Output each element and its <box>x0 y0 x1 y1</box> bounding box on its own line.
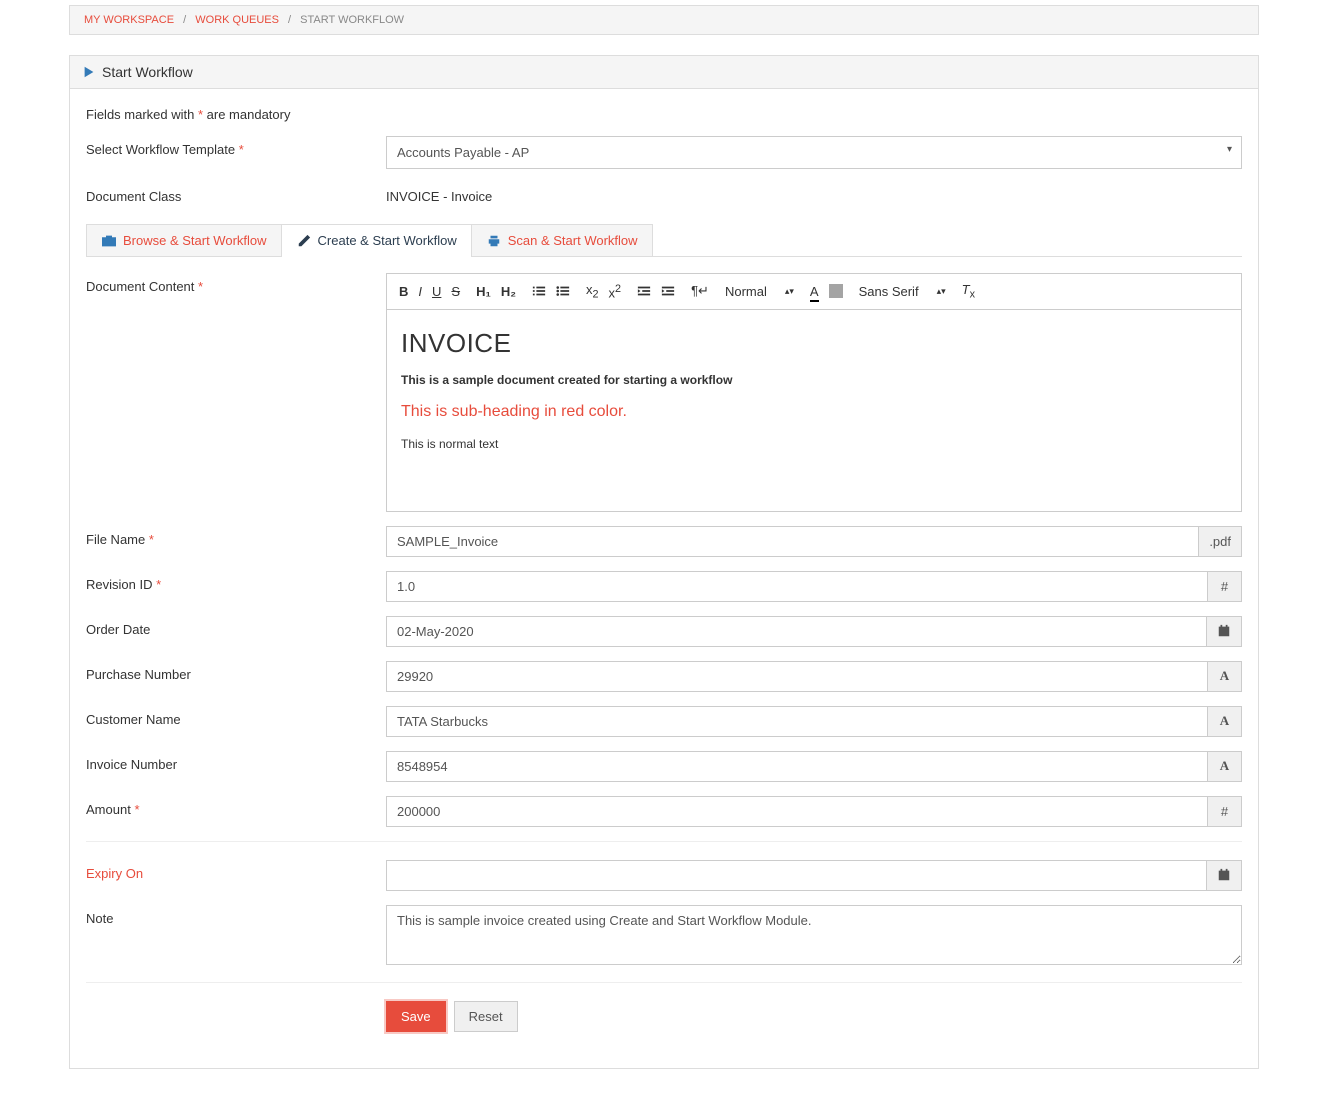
subscript-icon[interactable]: x2 <box>586 282 599 301</box>
play-icon <box>82 65 96 79</box>
label-note: Note <box>86 905 386 926</box>
label-customer-name: Customer Name <box>86 706 386 727</box>
note-textarea[interactable]: This is sample invoice created using Cre… <box>386 905 1242 965</box>
file-name-input[interactable] <box>386 526 1199 557</box>
clear-format-icon[interactable]: Tx <box>962 282 975 301</box>
breadcrumb-parent[interactable]: WORK QUEUES <box>195 14 279 26</box>
save-button[interactable]: Save <box>386 1001 446 1032</box>
label-document-content: Document Content * <box>86 273 386 294</box>
breadcrumb-current: START WORKFLOW <box>300 14 404 26</box>
hash-icon: # <box>1208 571 1242 602</box>
list-ul-icon[interactable] <box>556 284 570 298</box>
italic-icon[interactable]: I <box>418 284 422 299</box>
editor-subheading: This is sub-heading in red color. <box>401 403 1227 421</box>
h2-icon[interactable]: H₂ <box>501 284 516 299</box>
label-file-name: File Name * <box>86 526 386 547</box>
label-purchase-number: Purchase Number <box>86 661 386 682</box>
purchase-number-input[interactable] <box>386 661 1208 692</box>
print-icon <box>486 234 502 248</box>
tab-browse-start[interactable]: Browse & Start Workflow <box>86 224 282 256</box>
format-select[interactable]: Normal▴▾ <box>725 284 794 299</box>
font-select[interactable]: Sans Serif▴▾ <box>859 284 946 299</box>
h1-icon[interactable]: H₁ <box>476 284 491 299</box>
revision-id-input[interactable] <box>386 571 1208 602</box>
edit-icon <box>296 234 312 248</box>
indent-icon[interactable] <box>661 284 675 298</box>
label-order-date: Order Date <box>86 616 386 637</box>
font-icon: A <box>1208 661 1242 692</box>
editor-content[interactable]: INVOICE This is a sample document create… <box>387 310 1241 511</box>
tab-scan-start[interactable]: Scan & Start Workflow <box>471 224 653 256</box>
editor-para1: This is a sample document created for st… <box>401 373 1227 387</box>
briefcase-icon <box>101 234 117 248</box>
label-invoice-number: Invoice Number <box>86 751 386 772</box>
calendar-icon[interactable] <box>1207 860 1242 891</box>
mandatory-note: Fields marked with * are mandatory <box>86 107 1242 122</box>
tabs: Browse & Start Workflow Create & Start W… <box>86 224 1242 257</box>
breadcrumb: MY WORKSPACE / WORK QUEUES / START WORKF… <box>69 5 1259 35</box>
hash-icon: # <box>1208 796 1242 827</box>
text-color-icon[interactable]: A <box>810 284 819 299</box>
expiry-on-input[interactable] <box>386 860 1207 891</box>
divider <box>86 841 1242 842</box>
document-class-value: INVOICE - Invoice <box>386 183 1242 204</box>
label-revision-id: Revision ID * <box>86 571 386 592</box>
editor-para2: This is normal text <box>401 437 1227 451</box>
panel-header: Start Workflow <box>70 56 1258 89</box>
list-ol-icon[interactable] <box>532 284 546 298</box>
invoice-number-input[interactable] <box>386 751 1208 782</box>
divider <box>86 982 1242 983</box>
direction-icon[interactable]: ¶↵ <box>691 283 709 299</box>
file-ext-addon: .pdf <box>1199 526 1242 557</box>
bg-color-icon[interactable] <box>829 284 843 298</box>
font-icon: A <box>1208 706 1242 737</box>
label-amount: Amount * <box>86 796 386 817</box>
breadcrumb-sep: / <box>183 14 186 26</box>
order-date-input[interactable] <box>386 616 1207 647</box>
label-document-class: Document Class <box>86 183 386 204</box>
tab-create-start[interactable]: Create & Start Workflow <box>281 224 472 256</box>
breadcrumb-sep: / <box>288 14 291 26</box>
outdent-icon[interactable] <box>637 284 651 298</box>
underline-icon[interactable]: U <box>432 284 441 299</box>
editor-toolbar: B I U S H₁ H₂ <box>387 274 1241 310</box>
rich-text-editor: B I U S H₁ H₂ <box>386 273 1242 512</box>
page-title: Start Workflow <box>102 64 193 80</box>
reset-button[interactable]: Reset <box>454 1001 518 1032</box>
select-workflow-template[interactable]: Accounts Payable - AP <box>386 136 1242 169</box>
calendar-icon[interactable] <box>1207 616 1242 647</box>
bold-icon[interactable]: B <box>399 284 408 299</box>
label-select-template: Select Workflow Template * <box>86 136 386 157</box>
font-icon: A <box>1208 751 1242 782</box>
customer-name-input[interactable] <box>386 706 1208 737</box>
superscript-icon[interactable]: x2 <box>609 283 622 300</box>
strike-icon[interactable]: S <box>451 284 460 299</box>
breadcrumb-home[interactable]: MY WORKSPACE <box>84 14 174 26</box>
panel-start-workflow: Start Workflow Fields marked with * are … <box>69 55 1259 1069</box>
label-expiry-on: Expiry On <box>86 860 386 881</box>
amount-input[interactable] <box>386 796 1208 827</box>
editor-h1: INVOICE <box>401 328 1227 359</box>
